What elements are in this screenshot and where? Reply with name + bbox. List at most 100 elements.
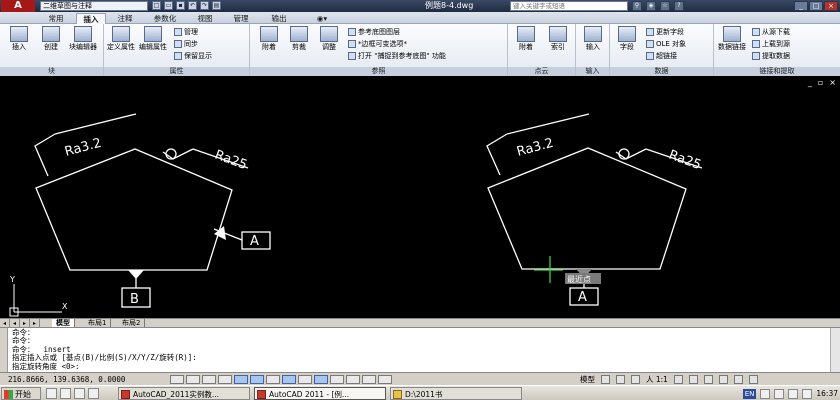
communication-icon[interactable]: ◈	[646, 1, 656, 11]
command-window[interactable]: 命令： 命令： 命令： insert 指定插入点或 [基点(B)/比例(S)/X…	[0, 327, 840, 373]
ortho-mode-toggle[interactable]	[218, 375, 232, 384]
dynamic-input-toggle[interactable]	[314, 375, 328, 384]
manage-attributes-button[interactable]: 管理	[174, 27, 198, 37]
plot-icon[interactable]: ▤	[212, 1, 221, 10]
show-desktop-icon[interactable]	[74, 388, 85, 399]
snap-underlays-button[interactable]: 打开 "捕捉到参考底图" 功能	[348, 51, 446, 61]
panel-title-pointcloud[interactable]: 点云	[508, 67, 575, 76]
selection-cycling-toggle[interactable]	[378, 375, 392, 384]
ole-object-button[interactable]: OLE 对象	[646, 39, 686, 49]
network-tray-icon[interactable]	[774, 388, 785, 399]
object-snap-tracking-toggle[interactable]	[282, 375, 296, 384]
save-icon[interactable]: ▪	[176, 1, 185, 10]
transparency-toggle[interactable]	[346, 375, 360, 384]
import-button[interactable]: 输入	[578, 26, 608, 51]
viewport-restore-button[interactable]: ▫	[818, 78, 823, 88]
insert-block-button[interactable]: 插入	[4, 26, 34, 51]
new-icon[interactable]: □	[152, 1, 161, 10]
extract-data-button[interactable]: 提取数据	[752, 51, 790, 61]
hyperlink-button[interactable]: 超链接	[646, 51, 677, 61]
workspace-select[interactable]: 二维草图与注释	[40, 1, 148, 11]
snap-mode-toggle[interactable]	[186, 375, 200, 384]
underlay-layers-button[interactable]: 参考底图图层	[348, 27, 400, 37]
tab-parametric[interactable]: 参数化	[144, 13, 186, 24]
close-button[interactable]: ×	[824, 1, 838, 11]
panel-title-import[interactable]: 输入	[576, 67, 609, 76]
upload-source-button[interactable]: 上载到源	[752, 39, 790, 49]
ribbon-options-icon[interactable]: ◉▾	[312, 13, 332, 24]
dynamic-ucs-toggle[interactable]	[298, 375, 312, 384]
left-pentagon[interactable]	[35, 148, 233, 271]
3d-object-snap-toggle[interactable]	[266, 375, 280, 384]
workspace-switch-icon[interactable]	[688, 375, 698, 384]
redo-icon[interactable]: ↷	[200, 1, 209, 10]
isolate-objects-icon[interactable]	[733, 375, 743, 384]
update-fields-button[interactable]: 更新字段	[646, 27, 684, 37]
taskbar-item-autocad[interactable]: AutoCAD 2011 - [例...	[254, 387, 386, 400]
favorites-icon[interactable]: ☆	[660, 1, 670, 11]
polar-tracking-toggle[interactable]	[234, 375, 248, 384]
download-source-button[interactable]: 从源下载	[752, 27, 790, 37]
start-button[interactable]: 开始	[1, 387, 41, 400]
tab-home[interactable]: 常用	[40, 13, 72, 24]
hardware-acceleration-icon[interactable]	[718, 375, 728, 384]
tab-output[interactable]: 输出	[262, 13, 296, 24]
viewport-minimize-button[interactable]: _	[808, 78, 812, 88]
undo-icon[interactable]: ↶	[188, 1, 197, 10]
browser-icon[interactable]	[46, 388, 57, 399]
search-icon[interactable]: ⚲	[632, 1, 642, 11]
lock-icon[interactable]	[703, 375, 713, 384]
panel-title-linking[interactable]: 链接和提取	[714, 67, 840, 76]
layout-icon[interactable]	[601, 375, 610, 384]
define-attributes-button[interactable]: 定义属性	[106, 26, 136, 51]
taskbar-item-book[interactable]: AutoCAD_2011实例教...	[118, 387, 250, 400]
command-window-handle[interactable]	[0, 328, 8, 373]
object-snap-toggle[interactable]	[250, 375, 264, 384]
quick-properties-toggle[interactable]	[362, 375, 376, 384]
security-tray-icon[interactable]	[802, 388, 813, 399]
minimize-button[interactable]: _	[794, 1, 808, 11]
frames-vary-select[interactable]: *边框可变选项*	[348, 39, 407, 49]
search-input[interactable]: 键入关键字或短语	[510, 1, 628, 11]
tab-annotate[interactable]: 注释	[110, 13, 140, 24]
lineweight-toggle[interactable]	[330, 375, 344, 384]
volume-tray-icon[interactable]	[788, 388, 799, 399]
data-link-button[interactable]: 数据链接	[716, 26, 748, 51]
field-button[interactable]: 字段	[612, 26, 642, 51]
open-icon[interactable]: ▭	[164, 1, 173, 10]
maximize-button[interactable]: □	[809, 1, 823, 11]
pan-icon[interactable]	[616, 375, 625, 384]
drawing-canvas[interactable]: Ra3.2 Ra25 A B Ra3.2 Ra25 A 最近点 Y X _ ▫ …	[0, 76, 840, 318]
tab-view[interactable]: 视图	[190, 13, 220, 24]
block-editor-button[interactable]: 块编辑器	[68, 26, 98, 51]
application-menu-button[interactable]: A	[1, 0, 35, 12]
pointcloud-index-button[interactable]: 索引	[543, 26, 573, 51]
taskbar-item-folder[interactable]: D:\2011书	[390, 387, 522, 400]
grid-display-toggle[interactable]	[202, 375, 216, 384]
create-block-button[interactable]: 创建	[36, 26, 66, 51]
attach-reference-button[interactable]: 附着	[254, 26, 284, 51]
zoom-icon[interactable]	[631, 375, 640, 384]
adjust-button[interactable]: 调整	[314, 26, 344, 51]
media-player-icon[interactable]	[60, 388, 71, 399]
edit-attributes-button[interactable]: 编辑属性	[138, 26, 168, 51]
tab-insert[interactable]: 插入	[76, 13, 106, 24]
panel-title-data[interactable]: 数据	[610, 67, 713, 76]
command-scrollbar[interactable]	[830, 328, 840, 373]
clean-screen-icon[interactable]	[748, 375, 758, 384]
help-tray-icon[interactable]	[760, 388, 771, 399]
help-icon[interactable]: ?	[674, 1, 684, 11]
pointcloud-attach-button[interactable]: 附着	[511, 26, 541, 51]
panel-title-attributes[interactable]: 属性	[104, 67, 249, 76]
sync-attributes-button[interactable]: 同步	[174, 39, 198, 49]
panel-title-block[interactable]: 块	[0, 67, 103, 76]
right-pentagon[interactable]	[487, 147, 687, 270]
command-prompt[interactable]: 指定旋转角度 <0>:	[12, 362, 80, 372]
annotation-visibility-icon[interactable]	[673, 375, 683, 384]
tab-manage[interactable]: 管理	[224, 13, 258, 24]
viewport-close-button[interactable]: ×	[829, 78, 836, 88]
panel-title-reference[interactable]: 参照	[250, 67, 507, 76]
language-indicator[interactable]: EN	[742, 388, 757, 399]
explorer-icon[interactable]	[88, 388, 99, 399]
clip-button[interactable]: 剪裁	[284, 26, 314, 51]
